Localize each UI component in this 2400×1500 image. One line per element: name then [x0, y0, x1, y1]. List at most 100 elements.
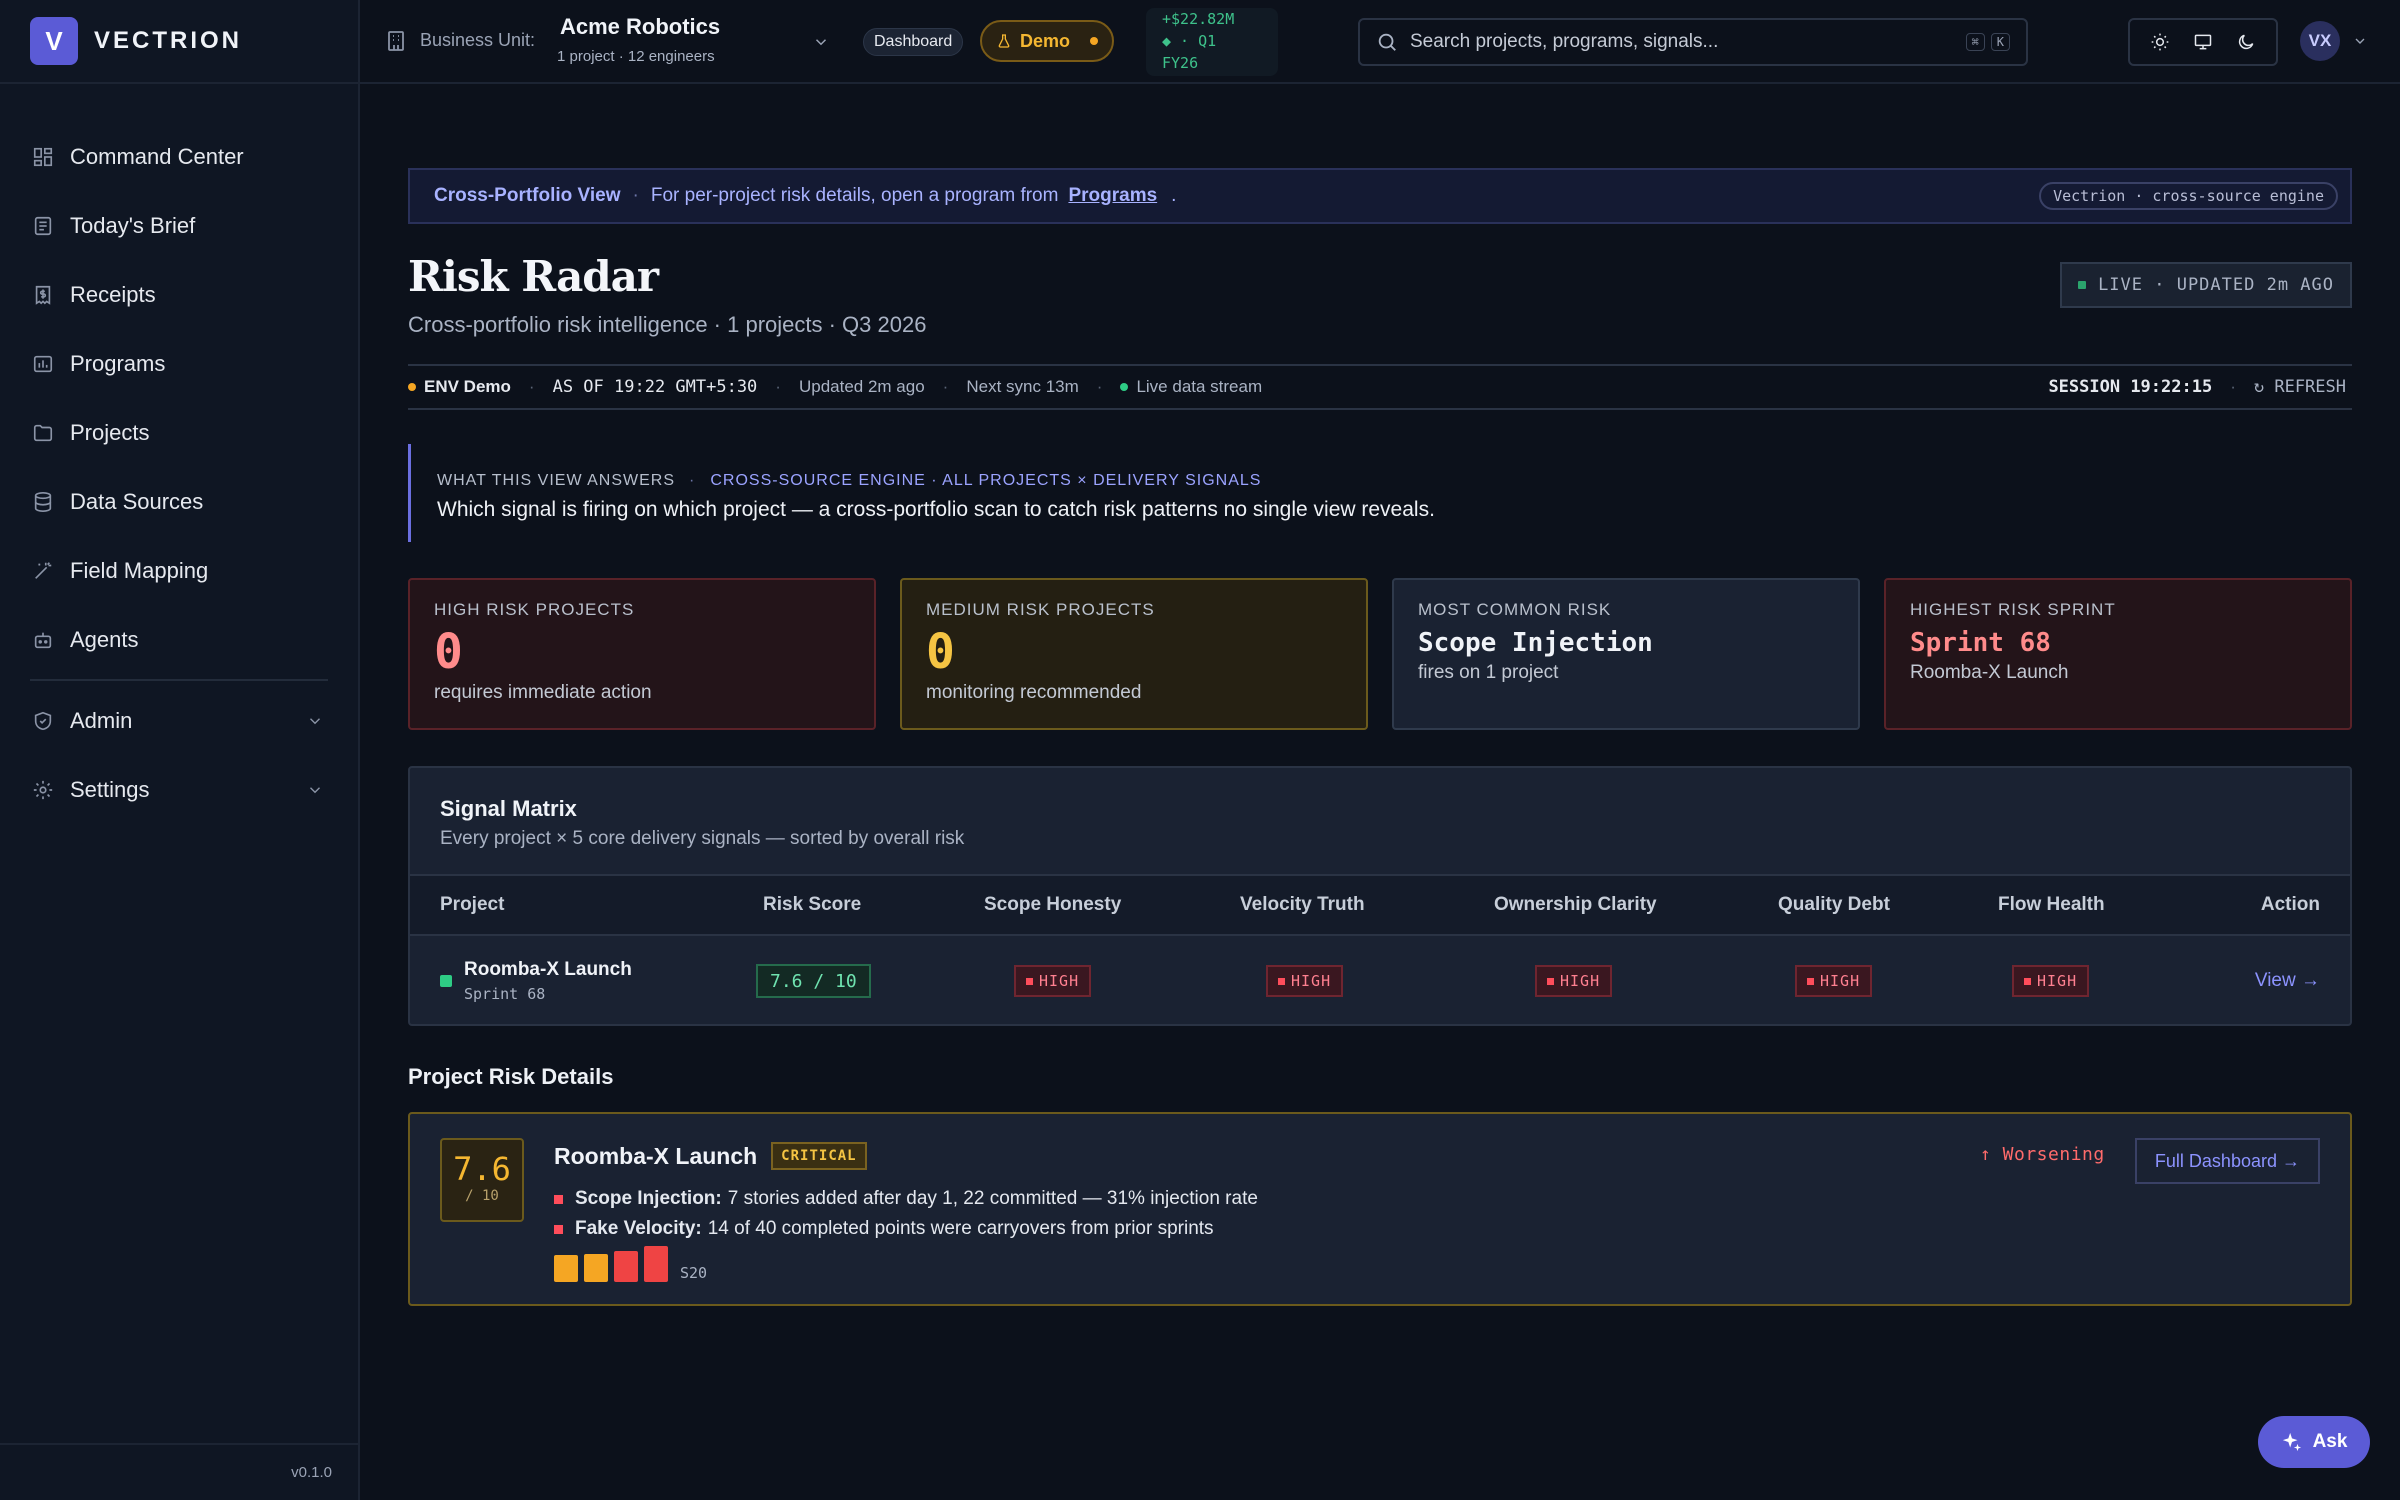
signal-quality-debt: HIGH	[1795, 965, 1873, 997]
monitor-icon[interactable]	[2193, 32, 2213, 52]
full-dashboard-button[interactable]: Full Dashboard →	[2134, 1138, 2320, 1184]
receipt-icon	[35, 285, 51, 305]
column-header[interactable]: Project	[440, 894, 504, 916]
shortcut-key-k: K	[1990, 33, 2010, 51]
project-cell: Roomba-X Launch Sprint 68	[440, 959, 632, 1003]
folder-icon	[33, 424, 53, 441]
sidebar-item-label: Projects	[70, 419, 150, 445]
view-project-link[interactable]: View →	[2255, 970, 2320, 992]
column-header[interactable]: Scope Honesty	[984, 894, 1121, 916]
ask-button[interactable]: Ask	[2258, 1416, 2370, 1468]
topbar: Business Unit: Acme Robotics 1 project ·…	[360, 0, 2400, 84]
sidebar-item-label: Programs	[70, 350, 166, 376]
signal-dot	[1807, 977, 1814, 985]
answers-label: WHAT THIS VIEW ANSWERS	[437, 472, 676, 489]
sprint-bar	[554, 1255, 578, 1282]
sprint-bar	[644, 1246, 668, 1282]
project-info: Roomba-X Launch Sprint 68	[464, 959, 632, 1003]
column-header[interactable]: Risk Score	[763, 894, 861, 916]
sidebar-item-label: Agents	[70, 626, 139, 652]
sprint-bar	[614, 1251, 638, 1282]
programs-link[interactable]: Programs	[1068, 185, 1157, 207]
brand-name: VECTRION	[94, 27, 243, 54]
signal-dot	[1547, 977, 1554, 985]
brand[interactable]: V VECTRION	[0, 0, 358, 84]
revenue-ticker: +$22.82M ◆ · Q1 FY26	[1146, 8, 1278, 76]
finding-text: 14 of 40 completed points were carryover…	[707, 1218, 1214, 1239]
global-search[interactable]: ⌘ K	[1358, 18, 2028, 66]
sidebar-item-receipts[interactable]: Receipts	[0, 260, 358, 329]
gear-icon	[33, 780, 53, 799]
project-risk-card: 7.6 / 10 Roomba-X Launch CRITICAL Scope …	[408, 1112, 2352, 1306]
avatar[interactable]: VX	[2300, 21, 2340, 61]
moon-icon[interactable]	[2236, 32, 2256, 52]
status-separator: ·	[1096, 377, 1103, 396]
column-header[interactable]: Flow Health	[1998, 894, 2105, 916]
updated-time: Updated 2m ago	[798, 377, 925, 396]
business-unit-meta: 1 project · 12 engineers	[557, 48, 715, 65]
ask-label: Ask	[2312, 1431, 2348, 1452]
kpi-highest-risk-sprint[interactable]: HIGHEST RISK SPRINT Sprint 68 Roomba-X L…	[1884, 578, 2352, 730]
wand-icon	[35, 561, 52, 579]
sidebar-group-settings[interactable]: Settings	[0, 755, 358, 824]
banner-separator: ·	[632, 185, 639, 206]
column-header[interactable]: Ownership Clarity	[1494, 894, 1657, 916]
signal-matrix: Signal Matrix Every project × 5 core del…	[408, 766, 2352, 1026]
sidebar-item-label: Field Mapping	[70, 557, 209, 583]
project-title: Roomba-X Launch CRITICAL	[554, 1142, 867, 1170]
revenue-value: +$22.82M	[1162, 10, 1235, 28]
engine-badge: Vectrion · cross-source engine	[2039, 182, 2338, 210]
kpi-most-common-risk[interactable]: MOST COMMON RISK Scope Injection fires o…	[1392, 578, 1860, 730]
env-dot	[408, 383, 416, 391]
finding-label: Fake Velocity:	[575, 1218, 702, 1239]
answers-engine-label: CROSS-SOURCE ENGINE · ALL PROJECTS × DEL…	[710, 472, 1262, 489]
column-header[interactable]: Action	[2261, 894, 2320, 916]
kpi-value: 0	[926, 624, 955, 680]
table-row[interactable]: Roomba-X Launch Sprint 68 7.6 / 10 HIGH …	[410, 936, 2350, 1026]
shortcut-key-cmd: ⌘	[1965, 33, 1985, 51]
building-icon	[388, 31, 404, 51]
signal-dot	[2024, 977, 2031, 985]
sidebar-item-command-center[interactable]: Command Center	[0, 122, 358, 191]
signal-level: HIGH	[1039, 972, 1080, 990]
chevron-down-icon	[310, 786, 320, 793]
search-input[interactable]	[1410, 31, 1966, 53]
sidebar-group-admin[interactable]: Admin	[0, 686, 358, 755]
column-header[interactable]: Quality Debt	[1778, 894, 1890, 916]
revenue-fiscal-year: FY26	[1162, 54, 1199, 72]
sidebar-item-label: Today's Brief	[70, 212, 196, 238]
column-header[interactable]: Velocity Truth	[1240, 894, 1365, 916]
trend-indicator: ↑ Worsening	[1980, 1144, 2105, 1165]
bot-icon	[34, 632, 52, 648]
sidebar-divider	[30, 679, 328, 681]
refresh-button[interactable]: ↻ REFRESH	[2254, 377, 2346, 397]
session-time: SESSION 19:22:15	[2048, 377, 2213, 397]
dashboard-pill[interactable]: Dashboard	[863, 28, 964, 56]
signal-level: HIGH	[1291, 972, 1332, 990]
signal-dot	[1026, 977, 1033, 985]
kpi-label: HIGHEST RISK SPRINT	[1910, 600, 2116, 619]
risk-score-denominator: / 10	[465, 1188, 499, 1204]
kpi-high-risk[interactable]: HIGH RISK PROJECTS 0 requires immediate …	[408, 578, 876, 730]
demo-mode-pill[interactable]: Demo	[980, 20, 1115, 62]
chevron-down-icon[interactable]	[2352, 33, 2368, 49]
sidebar-item-projects[interactable]: Projects	[0, 398, 358, 467]
live-status-badge: LIVE · UPDATED 2m AGO	[2060, 262, 2352, 308]
finding-bullet	[554, 1194, 563, 1204]
sidebar-item-agents[interactable]: Agents	[0, 605, 358, 674]
risk-finding: Fake Velocity: 14 of 40 completed points…	[554, 1218, 1214, 1240]
sidebar-item-programs[interactable]: Programs	[0, 329, 358, 398]
business-unit-name: Acme Robotics	[560, 14, 721, 39]
sidebar-item-data-sources[interactable]: Data Sources	[0, 467, 358, 536]
app-version: v0.1.0	[0, 1443, 358, 1500]
banner-period: .	[1171, 185, 1177, 206]
session-controls: SESSION 19:22:15 · ↻ REFRESH	[2048, 377, 2346, 397]
as-of-time: AS OF 19:22 GMT+5:30	[552, 377, 758, 397]
sidebar-item-todays-brief[interactable]: Today's Brief	[0, 191, 358, 260]
kpi-value: 0	[434, 624, 463, 680]
project-name: Roomba-X Launch	[554, 1142, 758, 1169]
sun-icon[interactable]	[2150, 32, 2170, 52]
kpi-medium-risk[interactable]: MEDIUM RISK PROJECTS 0 monitoring recomm…	[900, 578, 1368, 730]
sidebar-item-field-mapping[interactable]: Field Mapping	[0, 536, 358, 605]
kpi-label: HIGH RISK PROJECTS	[434, 600, 635, 619]
